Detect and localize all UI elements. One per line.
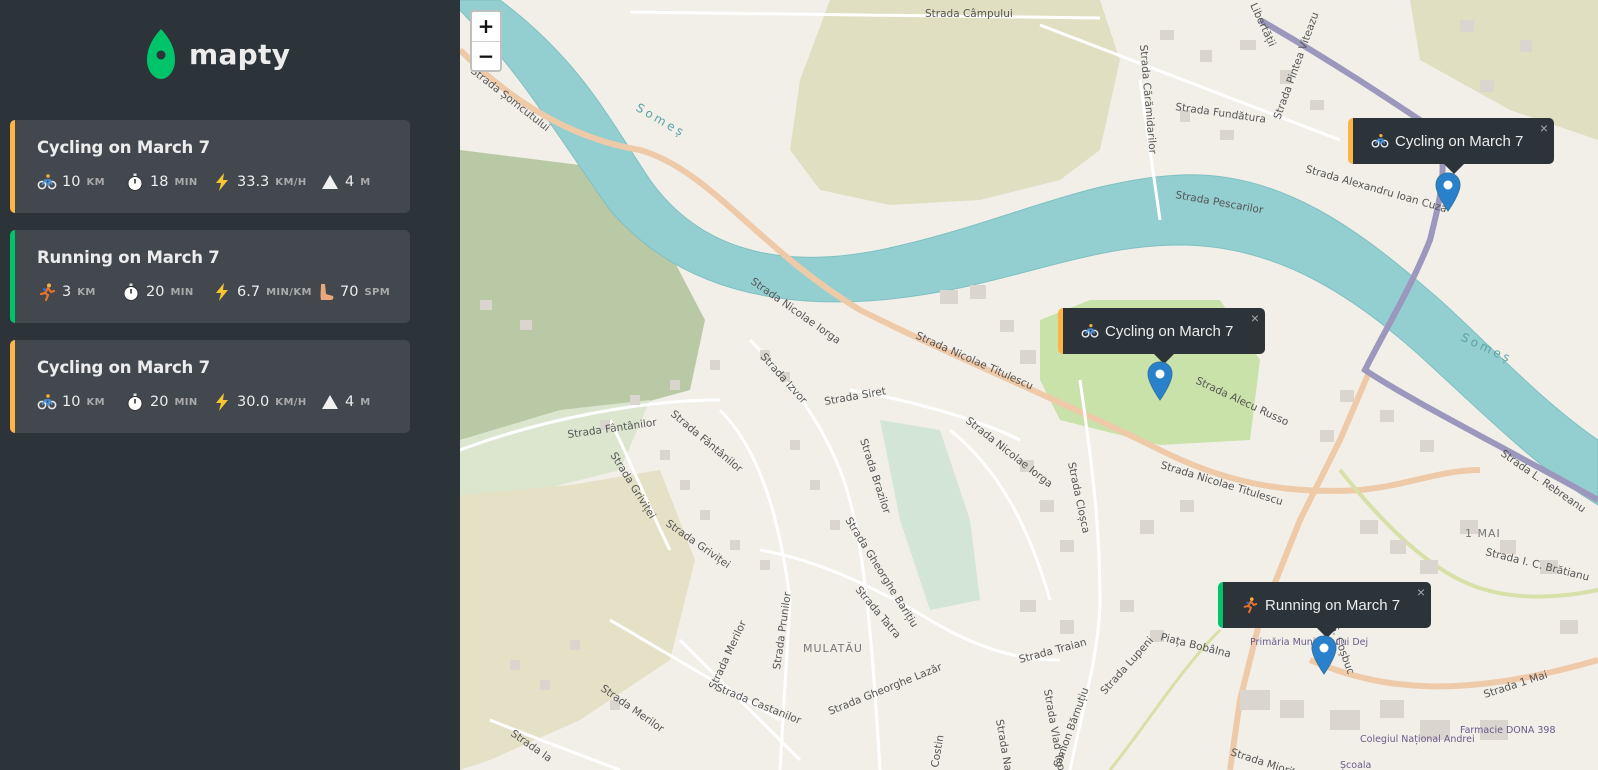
workout-duration: 20 MIN	[121, 282, 212, 302]
lightning-icon	[212, 392, 232, 412]
farmland-area	[790, 0, 1120, 205]
label-strada-closca: Strada Cloșca	[1065, 461, 1092, 534]
label-strada-titulescu-1: Strada Nicolae Titulescu	[914, 330, 1035, 393]
zoom-in-button[interactable]: +	[472, 12, 500, 41]
map-pin-logo-icon	[147, 29, 175, 79]
workout-distance: 10 KM	[37, 172, 125, 192]
bicycle-icon	[1081, 322, 1099, 340]
workout-elevation: 4M	[320, 392, 371, 412]
zoom-out-button[interactable]: −	[472, 41, 500, 70]
map-marker-pin[interactable]	[1311, 635, 1337, 675]
label-colegiu: Colegiul Național Andrei	[1360, 734, 1475, 745]
workout-pace: 6.7 MIN/KM	[212, 282, 315, 302]
workout-speed: 30.0 KM/H	[212, 392, 320, 412]
stopwatch-icon	[121, 282, 141, 302]
workout-cadence: 70 SPM	[315, 282, 390, 302]
workout-elevation: 4M	[320, 172, 371, 192]
label-1-mai: 1 MAI	[1465, 527, 1501, 540]
logo-text: mapty	[189, 37, 291, 71]
bicycle-icon	[37, 392, 57, 412]
label-strada-costin: Costin	[929, 734, 947, 769]
logo: mapty	[145, 27, 290, 81]
mountain-icon	[320, 392, 340, 412]
bicycle-icon	[1371, 132, 1389, 150]
popup-close-button[interactable]: ×	[1540, 120, 1548, 136]
stopwatch-icon	[125, 392, 145, 412]
workout-title: Cycling on March 7	[37, 138, 210, 157]
workout-popup-running[interactable]: Running on March 7 ×	[1218, 582, 1431, 638]
foot-icon	[315, 282, 335, 302]
popup-close-button[interactable]: ×	[1251, 310, 1259, 326]
label-strada-mioritei: Strada Mioriței	[1229, 746, 1306, 770]
label-scoala: Școala	[1340, 760, 1371, 770]
workout-duration: 18 MIN	[125, 172, 212, 192]
label-strada-na: Strada Na	[993, 718, 1014, 770]
label-strada-caramidarilor: Strada Cărămidarilor	[1137, 44, 1159, 155]
workout-distance: 10 KM	[37, 392, 125, 412]
workout-popup-cycling[interactable]: Cycling on March 7 ×	[1348, 118, 1554, 174]
mountain-icon	[320, 172, 340, 192]
label-strada-merilor-1: Strada Merilor	[707, 618, 750, 691]
workout-list: Cycling on March 7 10 KM 18 MIN 33.3 KM/H 4…	[10, 120, 410, 450]
label-strada-lupeni: Strada Lupeni	[1098, 635, 1156, 697]
sidebar: mapty Cycling on March 7 10 KM 18 MIN 33.3…	[0, 0, 460, 770]
workout-speed: 33.3 KM/H	[212, 172, 320, 192]
label-strada-izvor: Strada Izvor	[758, 351, 810, 407]
popup-text: Running on March 7	[1265, 596, 1401, 614]
label-strada-traian: Strada Traian	[1018, 636, 1088, 666]
workout-card-running[interactable]: Running on March 7 3 KM 20 MIN 6.7 MIN/KM 7…	[10, 230, 410, 323]
label-strada-campului: Strada Câmpului	[925, 8, 1013, 20]
map-tiles[interactable]: Strada Câmpului Someș Someș Strada Șomcu…	[460, 0, 1598, 770]
bicycle-icon	[37, 172, 57, 192]
label-strada-fantanilor-2: Strada Fântânilor	[668, 408, 745, 475]
workout-card-cycling[interactable]: Cycling on March 7 10 KM 18 MIN 33.3 KM/H 4…	[10, 120, 410, 213]
map[interactable]: Strada Câmpului Someș Someș Strada Șomcu…	[460, 0, 1598, 770]
lightning-icon	[212, 172, 232, 192]
label-strada-prunilor: Strada Prunilor	[771, 591, 794, 671]
popup-text: Cycling on March 7	[1105, 322, 1234, 340]
runner-icon	[37, 282, 57, 302]
workout-title: Cycling on March 7	[37, 358, 210, 377]
label-strada-lazar: Strada Gheorghe Lazăr	[827, 661, 945, 718]
map-marker-pin[interactable]	[1435, 172, 1461, 212]
label-strada-cuza: Strada Alexandru Ioan Cuza	[1304, 163, 1448, 215]
popup-text: Cycling on March 7	[1395, 132, 1524, 150]
label-primaria: Primăria Municipiului Dej	[1250, 637, 1368, 648]
stopwatch-icon	[125, 172, 145, 192]
forest-area	[460, 150, 705, 440]
popup-close-button[interactable]: ×	[1417, 584, 1425, 600]
label-somes-1: Someș	[634, 100, 689, 140]
label-mulatau: MULATĂU	[803, 642, 863, 655]
label-strada-merilor-2: Strada Merilor	[598, 683, 666, 736]
lightning-icon	[212, 282, 232, 302]
zoom-control: + −	[470, 10, 502, 72]
workout-popup-cycling[interactable]: Cycling on March 7 ×	[1058, 308, 1265, 364]
label-strada-bratianu: Strada I. C. Brătianu	[1484, 546, 1590, 583]
workout-card-cycling[interactable]: Cycling on March 7 10 KM 20 MIN 30.0 KM/H 4…	[10, 340, 410, 433]
label-strada-iorga-2: Strada Nicolae Iorga	[963, 415, 1055, 490]
workout-duration: 20 MIN	[125, 392, 212, 412]
workout-title: Running on March 7	[37, 248, 220, 267]
runner-icon	[1241, 596, 1259, 614]
workout-distance: 3 KM	[37, 282, 121, 302]
map-marker-pin[interactable]	[1147, 361, 1173, 401]
label-strada-siret: Strada Siret	[823, 385, 886, 408]
